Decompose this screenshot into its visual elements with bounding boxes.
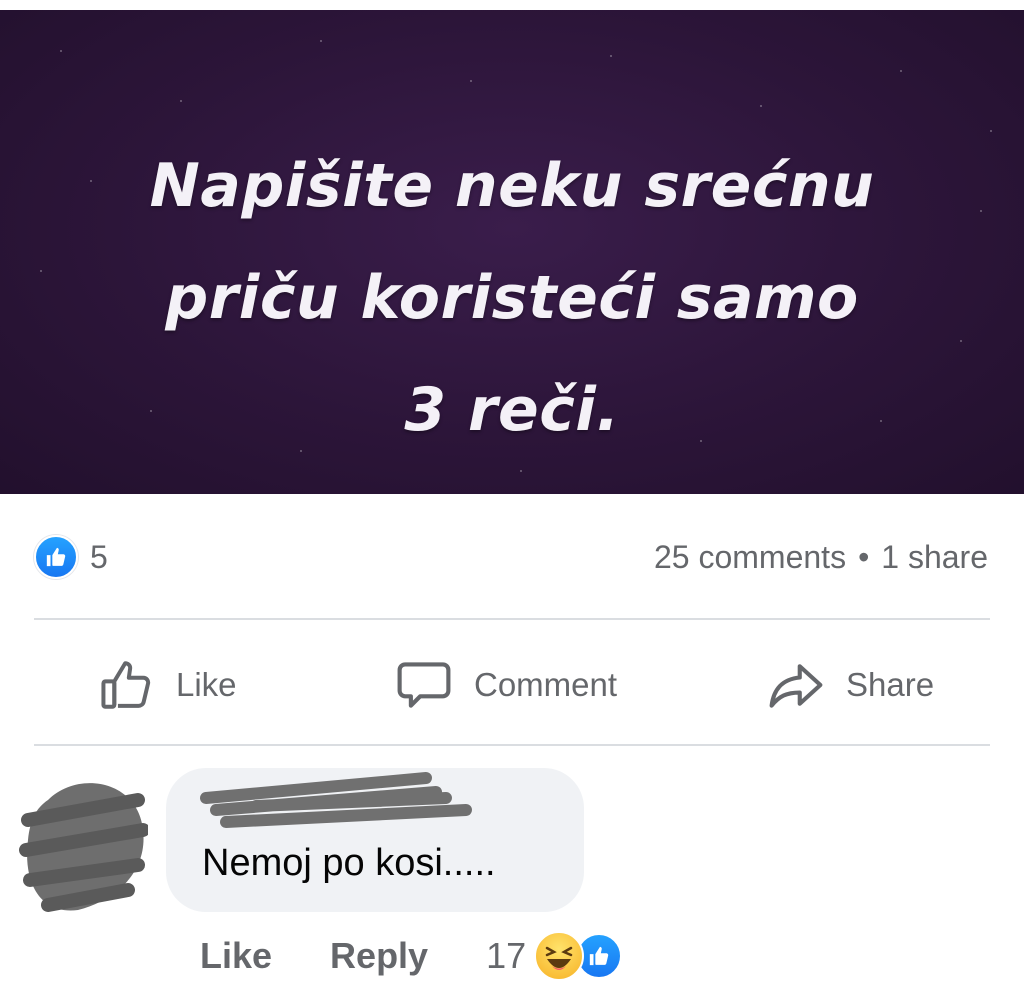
image-text-line-1: Napišite neku srećnu — [149, 151, 875, 221]
post-actions: Like Comment Share — [34, 640, 990, 730]
divider — [34, 618, 990, 620]
image-text-line-3: 3 reči. — [404, 375, 620, 445]
divider — [34, 744, 990, 746]
thumbs-up-icon — [101, 661, 151, 709]
reaction-count: 5 — [90, 538, 108, 575]
comment-button[interactable]: Comment — [394, 640, 617, 730]
comment-reaction-count[interactable]: 17 — [486, 935, 526, 977]
avatar[interactable] — [18, 770, 148, 920]
comment-like-button[interactable]: Like — [200, 935, 272, 977]
comment-button-label: Comment — [474, 666, 618, 703]
shares-count-link[interactable]: 1 share — [881, 539, 988, 576]
top-strip — [0, 0, 1024, 10]
share-button-label: Share — [846, 666, 935, 703]
share-button[interactable]: Share — [766, 640, 934, 730]
comments-count-link[interactable]: 25 comments — [654, 539, 846, 576]
reactions-summary[interactable]: 5 — [34, 535, 108, 579]
share-arrow-icon — [769, 664, 823, 708]
post-image-text: Napišite neku srećnu priču koristeći sam… — [0, 130, 1024, 466]
post-image[interactable]: Napišite neku srećnu priču koristeći sam… — [0, 10, 1024, 494]
stats-separator: • — [858, 538, 870, 575]
haha-icon — [534, 931, 585, 981]
like-icon — [34, 535, 78, 579]
comment-reply-button[interactable]: Reply — [330, 935, 428, 977]
like-button-label: Like — [176, 666, 237, 703]
like-button[interactable]: Like — [98, 640, 237, 730]
redacted-name-scribble — [200, 772, 472, 828]
image-text-line-2: priču koristeći samo — [165, 263, 859, 333]
comment-reaction-icons[interactable] — [534, 931, 623, 981]
speech-bubble-icon — [397, 662, 451, 708]
comment-footer: Like Reply 17 — [200, 930, 623, 982]
post-stats: 25 comments • 1 share — [654, 535, 988, 579]
comment-text: Nemoj po kosi..... — [202, 842, 496, 884]
